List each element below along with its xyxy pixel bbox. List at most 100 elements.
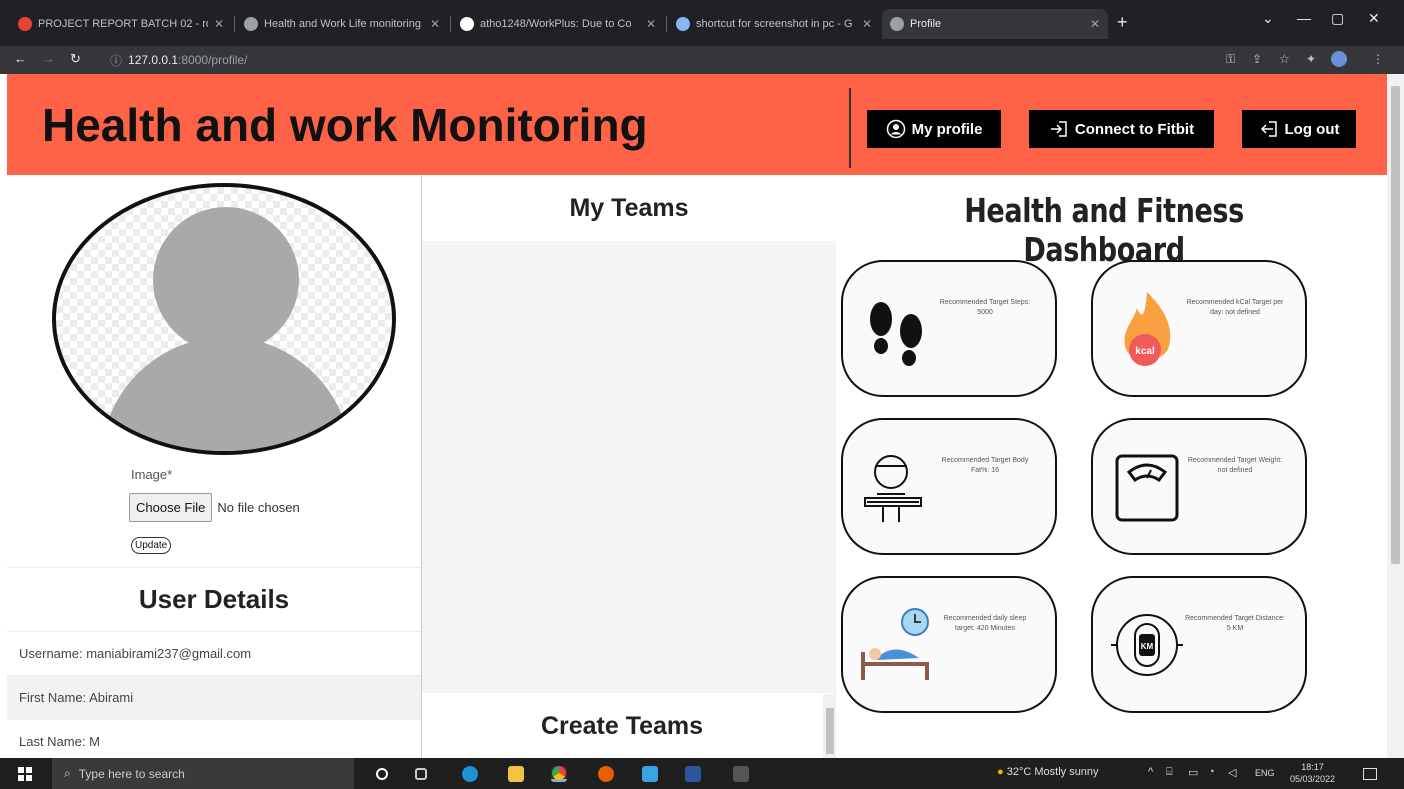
maximize-button[interactable]: ▢ (1331, 10, 1344, 27)
task-view-icon[interactable] (415, 768, 427, 780)
battery-icon[interactable]: ▭ (1188, 766, 1198, 779)
forward-icon[interactable]: → (42, 51, 55, 66)
notifications-icon[interactable] (1363, 768, 1377, 780)
log-out-label: Log out (1284, 120, 1340, 138)
first-name-row: First Name: Abirami (7, 675, 421, 719)
reload-icon[interactable]: ↻ (70, 51, 81, 67)
chrome-taskbar-slot[interactable] (551, 766, 567, 782)
weather-widget[interactable]: ● 32°C Mostly sunny (997, 766, 1099, 778)
sleep-card: Recommended daily sleep target: 420 Minu… (841, 576, 1057, 713)
footsteps-icon (870, 302, 922, 366)
address-bar[interactable]: ⓘ 127.0.0.1:8000/profile/ (110, 49, 1210, 71)
header-divider (849, 88, 851, 168)
close-tab-icon[interactable]: ✕ (214, 17, 224, 31)
teams-column: My Teams Create Teams (421, 175, 836, 758)
profile-avatar-image (52, 183, 396, 455)
svg-text:KM: KM (1141, 642, 1154, 651)
dashboard-column: Health and Fitness Dashboard Recommended… (836, 175, 1387, 758)
taskbar-search-box[interactable]: ⌕ Type here to search (52, 758, 354, 789)
connect-fitbit-label: Connect to Fitbit (1074, 120, 1195, 138)
key-icon[interactable]: ⚿ (1226, 52, 1235, 67)
body-fat-icon (864, 455, 922, 522)
extensions-icon[interactable]: ✦ (1306, 52, 1316, 66)
choose-file-button[interactable]: Choose File (129, 493, 213, 522)
github-icon (460, 17, 474, 31)
browser-tab-bar: PROJECT REPORT BATCH 02 - ro ✕ Health an… (0, 0, 1404, 46)
wifi-icon[interactable]: ◔ (1208, 766, 1215, 778)
close-tab-icon[interactable]: ✕ (430, 17, 440, 31)
windows-taskbar: ⌕ Type here to search ● 32°C Mostly sunn… (0, 758, 1404, 789)
sleep-icon (861, 608, 929, 680)
search-icon: ⌕ (64, 766, 71, 780)
profile-avatar-icon[interactable] (1331, 51, 1347, 67)
menu-kebab-icon[interactable]: ⋮ (1372, 52, 1384, 66)
update-button[interactable]: Update (131, 537, 172, 554)
sign-out-icon (1260, 121, 1277, 137)
google-icon (676, 17, 690, 31)
distance-km-icon: KM (1111, 614, 1183, 676)
my-profile-button[interactable]: My profile (867, 110, 1001, 148)
sleep-target-text: Recommended daily sleep target: 420 Minu… (943, 615, 1027, 632)
steps-card: Recommended Target Steps: 5000 (841, 260, 1057, 397)
share-icon[interactable]: ⇪ (1252, 52, 1262, 66)
weight-card: Recommended Target Weight: not defined (1091, 418, 1307, 555)
browser-tab[interactable]: Health and Work Life monitoring ✕ (236, 9, 448, 39)
terminal-icon[interactable] (733, 766, 749, 782)
close-tab-icon[interactable]: ✕ (862, 17, 872, 31)
cortana-icon[interactable] (376, 768, 388, 780)
tab-separator (666, 16, 667, 32)
avatar-body-shape (101, 337, 351, 451)
profile-column: Image* Choose File No file chosen Update… (7, 175, 421, 758)
globe-icon (244, 17, 258, 31)
file-input[interactable]: Choose File No file chosen (129, 493, 300, 522)
browser-tab[interactable]: atho1248/WorkPlus: Due to Co ✕ (452, 9, 664, 39)
image-field-label: Image* (131, 467, 173, 482)
teams-scrollbar[interactable] (823, 694, 836, 758)
close-tab-icon[interactable]: ✕ (646, 17, 656, 31)
browser-tab[interactable]: shortcut for screenshot in pc - G ✕ (668, 9, 880, 39)
weight-scale-icon (1115, 454, 1179, 522)
tray-overflow-icon[interactable]: ^ (1148, 766, 1153, 778)
teams-scrollbar-thumb[interactable] (826, 708, 834, 754)
browser-tab-active[interactable]: Profile ✕ (882, 9, 1108, 39)
connect-fitbit-button[interactable]: Connect to Fitbit (1029, 110, 1214, 148)
minimize-button[interactable]: — (1297, 10, 1311, 26)
language-indicator[interactable]: ENG (1255, 768, 1275, 778)
steps-target-text: Recommended Target Steps: 5000 (939, 299, 1031, 316)
chrome-icon (552, 766, 566, 780)
log-out-button[interactable]: Log out (1242, 110, 1356, 148)
sign-in-icon (1050, 121, 1067, 137)
taskbar-clock[interactable]: 18:17 05/03/2022 (1290, 761, 1335, 785)
back-icon[interactable]: ← (14, 51, 27, 66)
browser-tab[interactable]: PROJECT REPORT BATCH 02 - ro ✕ (10, 9, 232, 39)
search-placeholder: Type here to search (78, 766, 185, 781)
word-icon[interactable] (685, 766, 701, 782)
firefox-icon[interactable] (598, 766, 614, 782)
close-window-button[interactable]: ✕ (1368, 10, 1380, 27)
page-scrollbar[interactable] (1387, 74, 1404, 758)
body-fat-card: Recommended Target Body Fat%: 16 (841, 418, 1057, 555)
kcal-flame-icon: kcal (1124, 292, 1171, 366)
my-profile-label: My profile (911, 120, 983, 138)
volume-icon[interactable]: ◁ (1228, 766, 1236, 779)
page-scrollbar-thumb[interactable] (1391, 86, 1400, 564)
svg-text:kcal: kcal (1135, 346, 1155, 357)
bookmark-star-icon[interactable]: ☆ (1279, 52, 1290, 66)
site-title: Health and work Monitoring (42, 99, 648, 151)
new-tab-button[interactable]: + (1117, 12, 1128, 33)
tab-search-icon[interactable]: ⌄ (1262, 10, 1274, 27)
distance-target-text: Recommended Target Distance: 5 KM (1185, 615, 1285, 632)
info-icon: ⓘ (110, 53, 123, 68)
user-circle-icon (886, 119, 905, 139)
weather-text: 32°C Mostly sunny (1006, 766, 1099, 778)
tab-separator (450, 16, 451, 32)
windows-start-icon[interactable] (18, 767, 32, 781)
edge-icon[interactable] (462, 766, 478, 782)
web-page: Health and work Monitoring My profile Co… (7, 74, 1387, 758)
network-icon[interactable]: ⌸ (1166, 766, 1173, 779)
store-icon[interactable] (642, 766, 658, 782)
close-tab-icon[interactable]: ✕ (1090, 17, 1100, 31)
url-host: 127.0.0.1 (128, 53, 179, 67)
file-explorer-icon[interactable] (508, 766, 524, 782)
my-teams-heading: My Teams (422, 175, 836, 241)
